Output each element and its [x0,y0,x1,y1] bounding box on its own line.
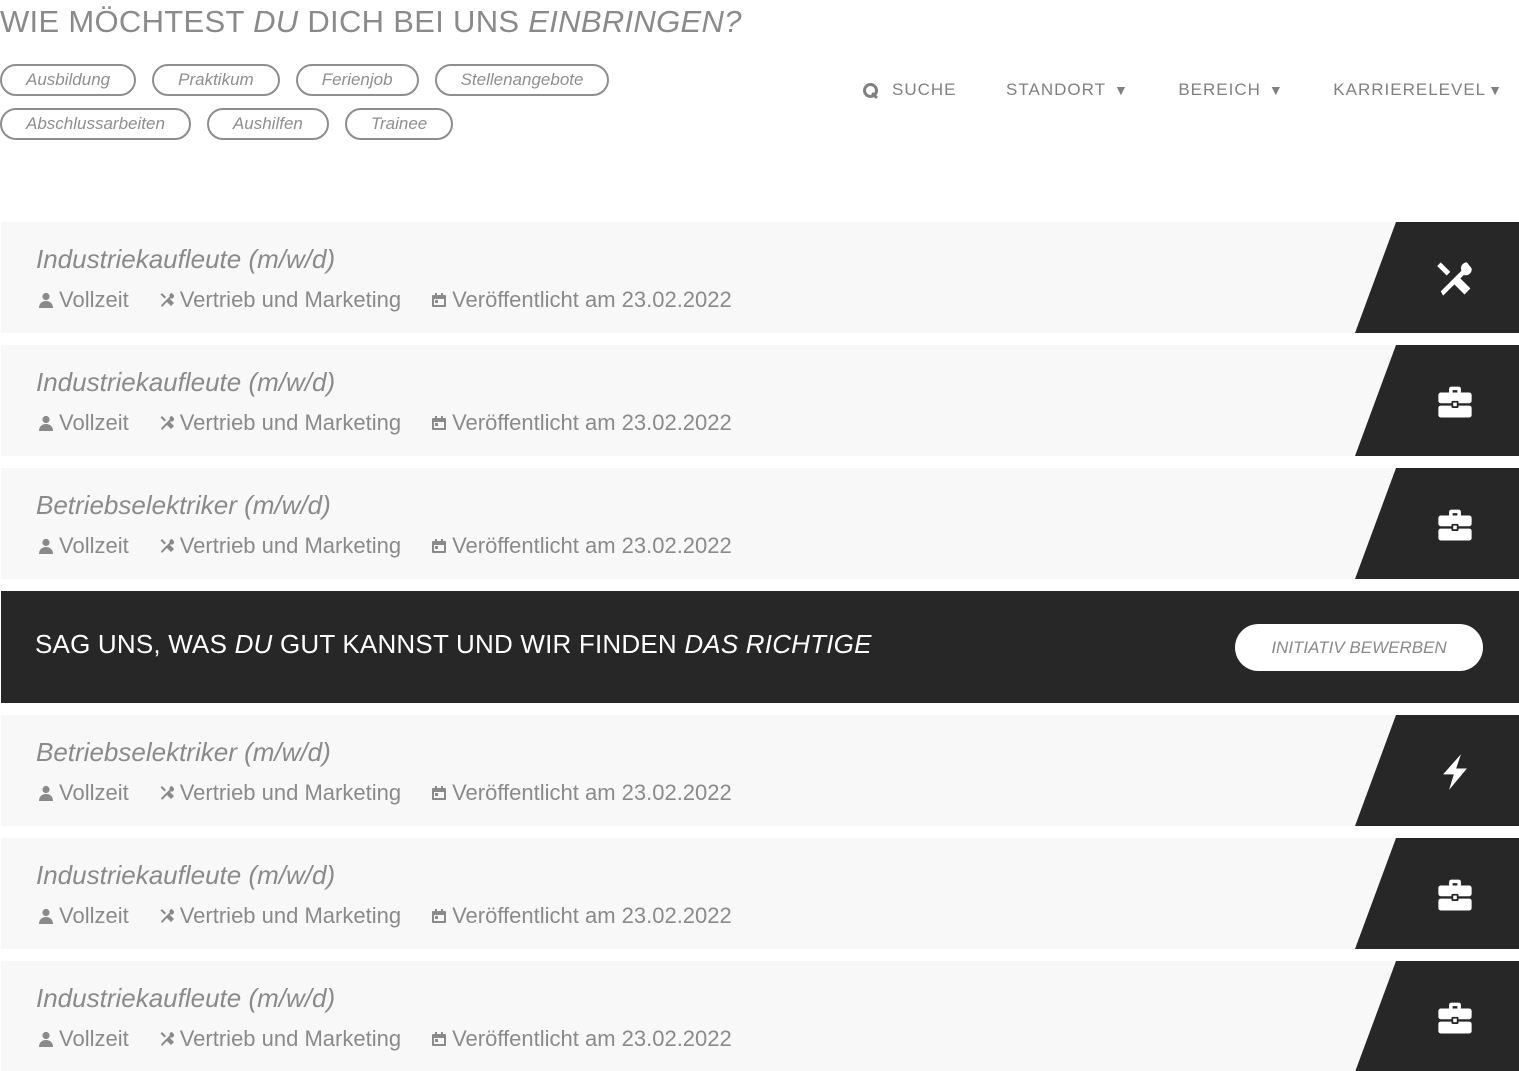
job-title[interactable]: Industriekaufleute (m/w/d) [36,983,335,1014]
person-icon [39,908,53,924]
bolt-icon [1443,754,1467,790]
job-item[interactable]: Industriekaufleute (m/w/d) Vollzeit Vert… [1,222,1519,333]
job-meta: Vollzeit Vertrieb und Marketing Veröffen… [38,410,762,436]
chip-row-2: Abschlussarbeiten Aushilfen Trainee [0,108,640,140]
caret-down-icon: ▼ [1113,82,1129,98]
job-category-badge [1355,838,1519,949]
job-meta: Vollzeit Vertrieb und Marketing Veröffen… [38,287,762,313]
banner-text: SAG UNS, WAS DU GUT KANNST UND WIR FINDE… [35,629,872,659]
briefcase-icon [1438,879,1472,911]
job-meta: Vollzeit Vertrieb und Marketing Veröffen… [38,780,762,806]
tools-icon [160,416,174,430]
job-category-badge [1355,345,1519,456]
calendar-icon [432,786,447,800]
job-category-badge [1355,222,1519,333]
calendar-icon [432,293,447,307]
chip-trainee[interactable]: Trainee [344,108,454,140]
chip-praktikum[interactable]: Praktikum [152,64,280,96]
job-title[interactable]: Betriebselektriker (m/w/d) [36,490,331,521]
caret-down-icon: ▼ [1488,82,1503,98]
person-icon [39,785,53,801]
job-item[interactable]: Betriebselektriker (m/w/d) Vollzeit Vert… [1,468,1519,579]
tools-icon [160,293,174,307]
initiative-apply-button[interactable]: INITIATIV BEWERBEN [1235,624,1483,671]
job-meta: Vollzeit Vertrieb und Marketing Veröffen… [38,533,762,559]
job-list: Industriekaufleute (m/w/d) Vollzeit Vert… [1,222,1519,1071]
job-title[interactable]: Industriekaufleute (m/w/d) [36,244,335,275]
tools-icon [160,786,174,800]
job-meta: Vollzeit Vertrieb und Marketing Veröffen… [38,1026,762,1052]
calendar-icon [432,416,447,430]
category-chips: Ausbildung Praktikum Ferienjob Stellenan… [0,64,640,152]
tools-icon [160,909,174,923]
chip-ausbildung[interactable]: Ausbildung [0,64,137,96]
person-icon [39,1031,53,1047]
search-filter[interactable]: SUCHE [862,80,957,100]
filter-bar: SUCHE STANDORT ▼ BEREICH ▼ KARRIERELEVEL… [862,76,1503,104]
person-icon [39,538,53,554]
job-category-badge [1355,468,1519,579]
briefcase-icon [1438,386,1472,418]
calendar-icon [432,1032,447,1046]
job-item[interactable]: Industriekaufleute (m/w/d) Vollzeit Vert… [1,838,1519,949]
caret-down-icon: ▼ [1268,82,1284,98]
calendar-icon [432,909,447,923]
calendar-icon [432,539,447,553]
job-item[interactable]: Betriebselektriker (m/w/d) Vollzeit Vert… [1,715,1519,826]
briefcase-icon [1438,1002,1472,1034]
area-filter[interactable]: BEREICH ▼ [1178,80,1283,100]
job-title[interactable]: Betriebselektriker (m/w/d) [36,737,331,768]
tools-icon [160,539,174,553]
page-headline: WIE MÖCHTEST DU DICH BEI UNS EINBRINGEN? [0,4,742,39]
briefcase-icon [1438,509,1472,541]
tools-icon [1437,262,1472,296]
chip-row-1: Ausbildung Praktikum Ferienjob Stellenan… [0,64,640,96]
chip-aushilfen[interactable]: Aushilfen [206,108,329,140]
career-level-filter[interactable]: KARRIERELEVEL ▼ [1333,80,1503,100]
initiative-banner: SAG UNS, WAS DU GUT KANNST UND WIR FINDE… [1,591,1519,703]
job-category-badge [1355,961,1519,1071]
job-category-badge [1355,715,1519,826]
tools-icon [160,1032,174,1046]
location-filter[interactable]: STANDORT ▼ [1006,80,1129,100]
job-meta: Vollzeit Vertrieb und Marketing Veröffen… [38,903,762,929]
chip-abschlussarbeiten[interactable]: Abschlussarbeiten [0,108,191,140]
person-icon [39,415,53,431]
chip-ferienjob[interactable]: Ferienjob [295,64,419,96]
person-icon [39,292,53,308]
search-icon [862,82,878,98]
chip-stellenangebote[interactable]: Stellenangebote [434,64,610,96]
job-item[interactable]: Industriekaufleute (m/w/d) Vollzeit Vert… [1,345,1519,456]
job-title[interactable]: Industriekaufleute (m/w/d) [36,860,335,891]
job-title[interactable]: Industriekaufleute (m/w/d) [36,367,335,398]
job-item[interactable]: Industriekaufleute (m/w/d) Vollzeit Vert… [1,961,1519,1071]
